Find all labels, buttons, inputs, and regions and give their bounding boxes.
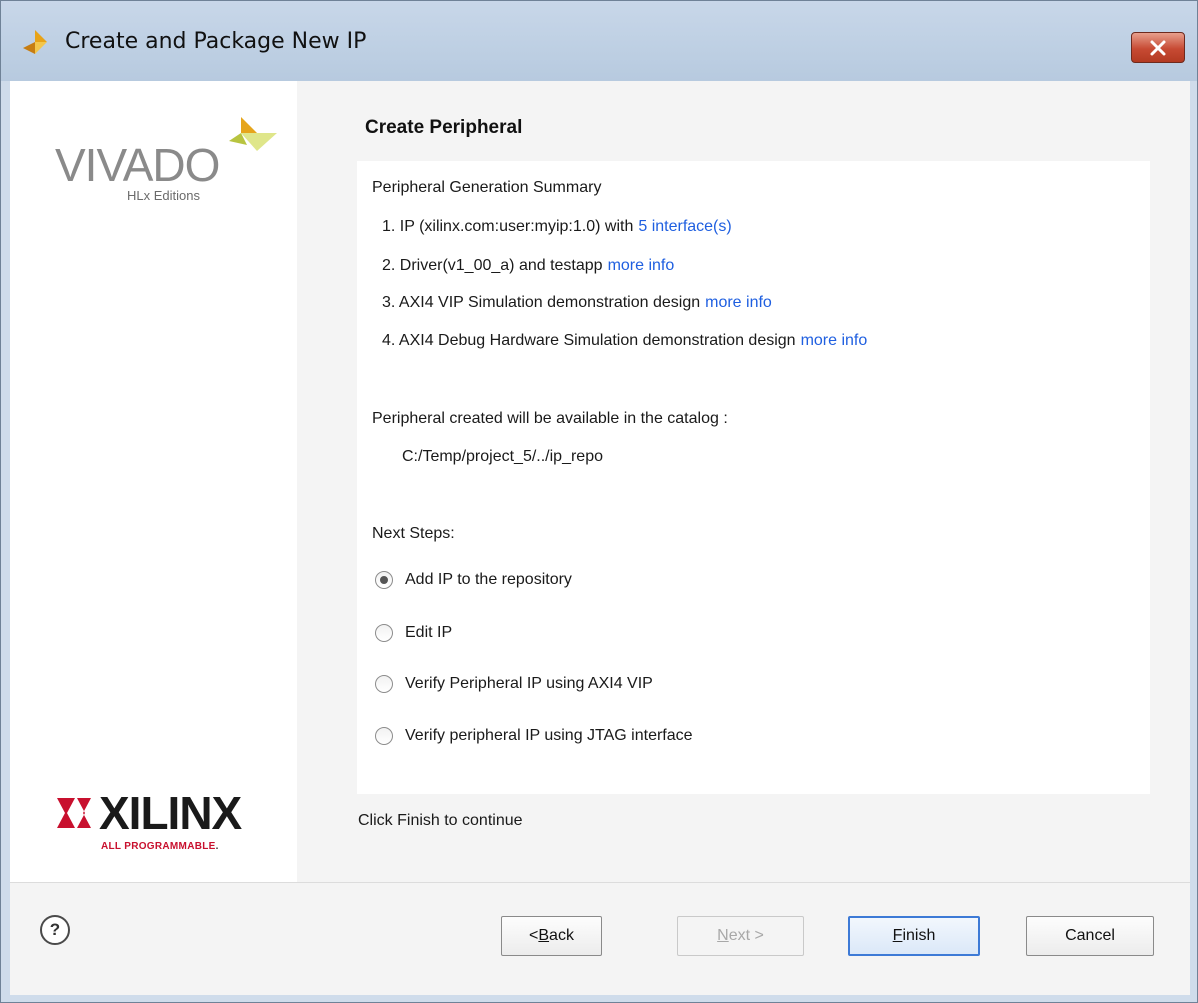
summary-heading: Peripheral Generation Summary xyxy=(372,179,602,196)
summary-item: 2. Driver(v1_00_a) and testapp more info xyxy=(382,257,675,274)
close-icon xyxy=(1150,40,1166,55)
window-title: Create and Package New IP xyxy=(65,29,367,54)
option-label: Edit IP xyxy=(405,624,453,641)
debug-more-info-link[interactable]: more info xyxy=(801,332,868,349)
option-edit-ip[interactable]: Edit IP xyxy=(375,624,452,642)
next-steps-label: Next Steps: xyxy=(372,525,455,542)
vivado-edition-label: HLx Editions xyxy=(127,188,200,203)
catalog-path: C:/Temp/project_5/../ip_repo xyxy=(402,448,603,465)
help-button[interactable]: ? xyxy=(40,915,70,945)
option-label: Add IP to the repository xyxy=(405,571,572,588)
radio-button[interactable] xyxy=(375,571,393,589)
finish-hint: Click Finish to continue xyxy=(358,812,523,829)
title-bar[interactable]: Create and Package New IP xyxy=(1,1,1197,81)
xilinx-tagline: ALL PROGRAMMABLE. xyxy=(101,841,219,852)
xilinx-logo: XILINX ALL PROGRAMMABLE. xyxy=(55,786,255,856)
finish-button[interactable]: Finish xyxy=(848,916,980,956)
xilinx-mark-icon xyxy=(57,798,91,828)
radio-selected-dot xyxy=(380,576,388,584)
option-label: Verify peripheral IP using JTAG interfac… xyxy=(405,727,693,744)
summary-item: 3. AXI4 VIP Simulation demonstration des… xyxy=(382,294,772,311)
back-button[interactable]: < Back xyxy=(501,916,602,956)
next-button[interactable]: Next > xyxy=(677,916,804,956)
summary-item: 1. IP (xilinx.com:user:myip:1.0) with 5 i… xyxy=(382,218,732,235)
branding-panel: VIVADO HLx Editions XILINX ALL PROGRAMMA… xyxy=(10,81,297,882)
summary-panel: Peripheral Generation Summary 1. IP (xil… xyxy=(357,161,1150,794)
catalog-text: Peripheral created will be available in … xyxy=(372,410,728,427)
divider xyxy=(10,882,1190,883)
vivado-logo: VIVADO HLx Editions xyxy=(55,106,285,206)
option-verify-axi4-vip[interactable]: Verify Peripheral IP using AXI4 VIP xyxy=(375,675,653,693)
option-verify-jtag[interactable]: Verify peripheral IP using JTAG interfac… xyxy=(375,727,693,745)
page-title: Create Peripheral xyxy=(365,117,523,138)
radio-button[interactable] xyxy=(375,727,393,745)
summary-item: 4. AXI4 Debug Hardware Simulation demons… xyxy=(382,332,868,349)
dialog-client-area: VIVADO HLx Editions XILINX ALL PROGRAMMA… xyxy=(10,81,1190,995)
vivado-wordmark: VIVADO xyxy=(55,139,220,191)
vip-more-info-link[interactable]: more info xyxy=(705,294,772,311)
radio-button[interactable] xyxy=(375,624,393,642)
close-button[interactable] xyxy=(1131,32,1185,63)
dialog-window: Create and Package New IP VIVADO HLx Edi… xyxy=(0,0,1198,1003)
cancel-button[interactable]: Cancel xyxy=(1026,916,1154,956)
radio-button[interactable] xyxy=(375,675,393,693)
xilinx-wordmark: XILINX xyxy=(99,787,242,839)
main-panel: Create Peripheral Peripheral Generation … xyxy=(297,81,1190,882)
vivado-app-icon xyxy=(23,30,47,54)
interfaces-link[interactable]: 5 interface(s) xyxy=(638,218,731,235)
driver-more-info-link[interactable]: more info xyxy=(608,257,675,274)
option-add-ip-to-repository[interactable]: Add IP to the repository xyxy=(375,571,572,589)
option-label: Verify Peripheral IP using AXI4 VIP xyxy=(405,675,653,692)
vivado-mark-icon xyxy=(229,117,277,151)
